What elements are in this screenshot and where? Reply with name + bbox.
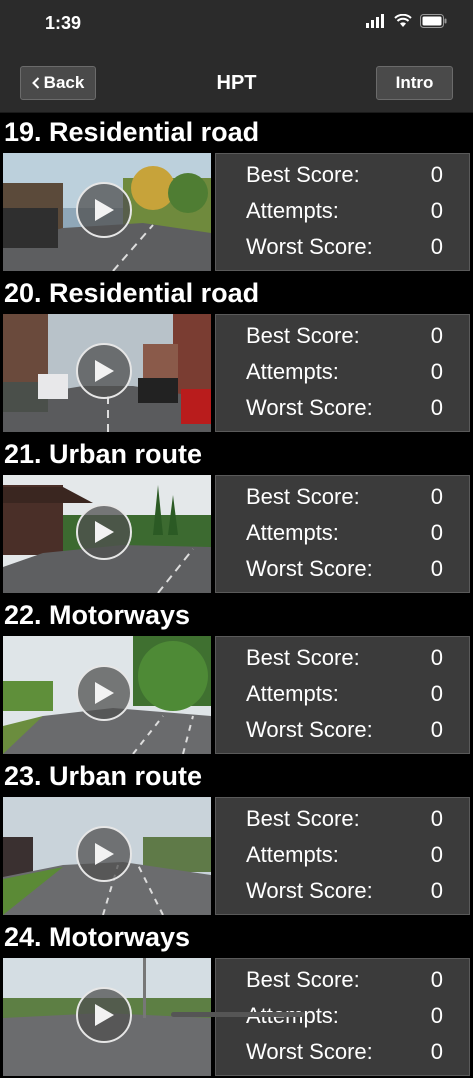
best-score-value: 0 <box>430 806 443 831</box>
best-score-value: 0 <box>430 967 443 992</box>
best-score-label: Best Score: <box>246 806 360 831</box>
score-panel: Best Score: 0 Attempts: 0 Worst Score: 0 <box>215 475 470 593</box>
score-panel: Best Score: 0 Attempts: 0 Worst Score: 0 <box>215 797 470 915</box>
worst-score-value: 0 <box>430 717 443 742</box>
clip-title: 22. Motorways <box>4 600 191 630</box>
attempts-value: 0 <box>430 198 443 223</box>
clip-item[interactable]: 20. Residential road Best Score: 0 Attempt… <box>0 273 473 434</box>
clip-title: 24. Motorways <box>4 922 191 952</box>
best-score-row: Best Score: 0 <box>246 162 443 192</box>
attempts-row: Attempts: 0 <box>246 842 443 872</box>
play-icon <box>95 199 114 221</box>
video-thumbnail[interactable] <box>3 636 211 754</box>
best-score-label: Best Score: <box>246 645 360 670</box>
worst-score-value: 0 <box>430 556 443 581</box>
score-panel: Best Score: 0 Attempts: 0 Worst Score: 0 <box>215 153 470 271</box>
worst-score-value: 0 <box>430 234 443 259</box>
clip-title: 20. Residential road <box>4 278 260 308</box>
best-score-value: 0 <box>430 484 443 509</box>
clip-title: 19. Residential road <box>4 117 260 147</box>
play-icon <box>95 682 114 704</box>
wifi-icon <box>394 14 412 27</box>
best-score-value: 0 <box>430 162 443 187</box>
clip-list[interactable]: 19. Residential road Best Score: 0 Attempt… <box>0 112 473 1078</box>
attempts-value: 0 <box>430 842 443 867</box>
video-thumbnail[interactable] <box>3 797 211 915</box>
play-icon <box>95 1004 114 1026</box>
clip-item[interactable]: 22. Motorways Best Score: 0 Attempts: 0 Wors… <box>0 595 473 756</box>
attempts-row: Attempts: 0 <box>246 520 443 550</box>
score-panel: Best Score: 0 Attempts: 0 Worst Score: 0 <box>215 314 470 432</box>
play-button[interactable] <box>76 987 132 1043</box>
status-icons <box>366 14 447 28</box>
best-score-value: 0 <box>430 323 443 348</box>
attempts-row: Attempts: 0 <box>246 359 443 389</box>
best-score-label: Best Score: <box>246 162 360 187</box>
attempts-label: Attempts: <box>246 520 339 545</box>
clip-item[interactable]: 24. Motorways Best Score:0Attempts:0Wors… <box>0 917 473 1078</box>
status-time: 1:39 <box>45 13 82 33</box>
worst-score-label: Worst Score: <box>246 717 373 742</box>
play-icon <box>95 521 114 543</box>
battery-icon <box>420 14 447 28</box>
video-thumbnail[interactable] <box>3 314 211 432</box>
attempts-row: Attempts: 0 <box>246 681 443 711</box>
score-panel: Best Score: 0 Attempts: 0 Worst Score: 0 <box>215 636 470 754</box>
intro-button[interactable]: Intro <box>376 66 453 100</box>
worst-score-value: 0 <box>430 878 443 903</box>
best-score-value: 0 <box>430 645 443 670</box>
clip-title: 21. Urban route <box>4 439 203 469</box>
attempts-value: 0 <box>430 681 443 706</box>
best-score-row: Best Score: 0 <box>246 967 443 997</box>
attempts-value: 0 <box>430 359 443 384</box>
attempts-value: 0 <box>430 520 443 545</box>
score-panel: Best Score:0Attempts:0Worst Score:0 <box>215 958 470 1076</box>
video-thumbnail[interactable] <box>3 958 211 1076</box>
worst-score-value: 0 <box>430 1039 443 1064</box>
attempts-row: Attempts: 0 <box>246 198 443 228</box>
worst-score-row: Worst Score: 0 <box>246 717 443 747</box>
clip-item[interactable]: 21. Urban route Best Score: 0 Attempts: 0 Wo… <box>0 434 473 595</box>
play-button[interactable] <box>76 826 132 882</box>
best-score-label: Best Score: <box>246 484 360 509</box>
play-button[interactable] <box>76 504 132 560</box>
worst-score-value: 0 <box>430 395 443 420</box>
worst-score-row: Worst Score: 0 <box>246 556 443 586</box>
best-score-row: Best Score: 0 <box>246 484 443 514</box>
best-score-row: Best Score: 0 <box>246 645 443 675</box>
play-button[interactable] <box>76 343 132 399</box>
play-button[interactable] <box>76 182 132 238</box>
worst-score-label: Worst Score: <box>246 556 373 581</box>
worst-score-label: Worst Score: <box>246 234 373 259</box>
clip-item[interactable]: 19. Residential road Best Score: 0 Attempt… <box>0 112 473 273</box>
clip-title: 23. Urban route <box>4 761 203 791</box>
best-score-row: Best Score: 0 <box>246 323 443 353</box>
attempts-label: Attempts: <box>246 681 339 706</box>
video-thumbnail[interactable] <box>3 153 211 271</box>
attempts-label: Attempts: <box>246 359 339 384</box>
video-thumbnail[interactable] <box>3 475 211 593</box>
clip-item[interactable]: 23. Urban route Best Score: 0 Attempts: 0 Wo… <box>0 756 473 917</box>
worst-score-label: Worst Score: <box>246 1039 373 1064</box>
worst-score-row: Worst Score: 0 <box>246 395 443 425</box>
attempts-label: Attempts: <box>246 842 339 867</box>
worst-score-row: Worst Score: 0 <box>246 234 443 264</box>
play-icon <box>95 843 114 865</box>
status-bar: 1:39 <box>0 0 473 50</box>
best-score-row: Best Score: 0 <box>246 806 443 836</box>
best-score-label: Best Score: <box>246 323 360 348</box>
best-score-label: Best Score: <box>246 967 360 992</box>
attempts-value: 0 <box>430 1003 443 1028</box>
worst-score-label: Worst Score: <box>246 395 373 420</box>
cellular-icon <box>366 14 384 28</box>
attempts-label: Attempts: <box>246 198 339 223</box>
worst-score-label: Worst Score: <box>246 878 373 903</box>
play-button[interactable] <box>76 665 132 721</box>
worst-score-row: Worst Score: 0 <box>246 1039 443 1069</box>
nav-bar: Back HPT Intro <box>0 50 473 113</box>
play-icon <box>95 360 114 382</box>
home-indicator <box>171 1012 305 1017</box>
worst-score-row: Worst Score: 0 <box>246 878 443 908</box>
attempts-row: Attempts:0 <box>246 1003 443 1033</box>
